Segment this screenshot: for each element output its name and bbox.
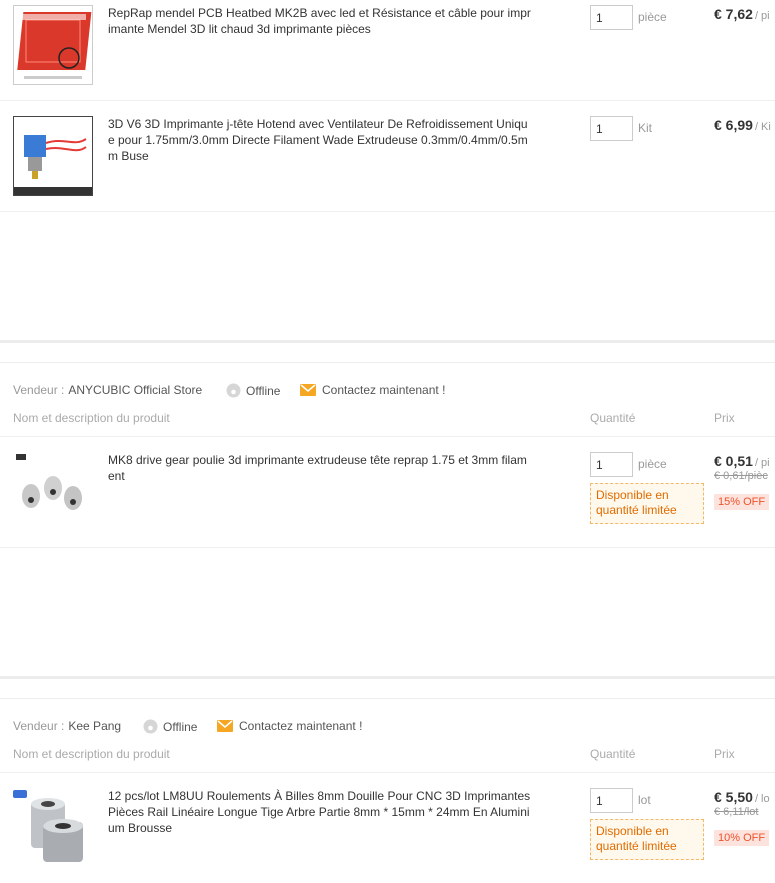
price-value: € 7,62	[714, 6, 753, 22]
row-divider	[0, 100, 775, 101]
product-image-bearings[interactable]	[13, 788, 93, 868]
price-per-unit: / pi	[754, 10, 770, 22]
price-value: € 5,50	[714, 789, 753, 805]
store-separator	[0, 362, 775, 363]
column-header-product: Nom et description du produit	[13, 747, 170, 761]
original-price: € 0,61/pièc	[714, 470, 768, 482]
contact-seller-link[interactable]: Contactez maintenant !	[300, 383, 445, 397]
product-title[interactable]: 3D V6 3D Imprimante j-tête Hotend avec V…	[108, 116, 532, 164]
column-header-quantity: Quantité	[590, 747, 636, 761]
vendor-line: Vendeur : Kee Pang	[13, 719, 121, 733]
product-title[interactable]: RepRap mendel PCB Heatbed MK2B avec led …	[108, 5, 532, 37]
column-header-product: Nom et description du produit	[13, 411, 170, 425]
vendor-name-link[interactable]: ANYCUBIC Official Store	[68, 383, 202, 397]
product-image-drive-gear[interactable]	[13, 452, 93, 532]
discount-badge: 10% OFF	[714, 830, 770, 846]
price-value: € 6,99	[714, 117, 753, 133]
unit-label: lot	[638, 793, 651, 807]
unit-price: € 0,51/ pi	[714, 453, 770, 469]
limited-availability-notice: Disponible en quantité limitée	[590, 819, 704, 860]
envelope-icon	[300, 384, 316, 396]
price-value: € 0,51	[714, 453, 753, 469]
quantity-input[interactable]	[590, 116, 633, 141]
vendor-name-link[interactable]: Kee Pang	[68, 719, 121, 733]
envelope-icon	[217, 720, 233, 732]
contact-seller-link[interactable]: Contactez maintenant !	[217, 719, 362, 733]
contact-text: Contactez maintenant !	[322, 383, 446, 397]
seller-status: Offline	[226, 383, 280, 398]
status-text: Offline	[163, 719, 198, 734]
vendor-label: Vendeur :	[13, 719, 65, 733]
row-divider	[0, 211, 775, 212]
row-divider	[0, 547, 775, 548]
vendor-label: Vendeur :	[13, 383, 65, 397]
product-image-hotend[interactable]	[13, 116, 93, 196]
column-header-price: Prix	[714, 747, 735, 761]
unit-label: pièce	[638, 457, 667, 471]
column-header-price: Prix	[714, 411, 735, 425]
unit-label: Kit	[638, 121, 653, 135]
offline-status-icon	[143, 719, 158, 734]
unit-price: € 5,50/ lo	[714, 789, 770, 805]
product-title[interactable]: 12 pcs/lot LM8UU Roulements À Billes 8mm…	[108, 788, 532, 836]
status-text: Offline	[246, 383, 281, 398]
quantity-input[interactable]	[590, 452, 633, 477]
product-title[interactable]: MK8 drive gear poulie 3d imprimante extr…	[108, 452, 532, 484]
vendor-line: Vendeur : ANYCUBIC Official Store	[13, 383, 202, 397]
quantity-input[interactable]	[590, 788, 633, 813]
column-header-quantity: Quantité	[590, 411, 636, 425]
row-divider	[0, 436, 775, 437]
contact-text: Contactez maintenant !	[239, 719, 363, 733]
price-per-unit: / lo	[754, 793, 770, 805]
discount-badge: 15% OFF	[714, 494, 770, 510]
seller-status: Offline	[143, 719, 197, 734]
original-price: € 6,11/lot	[714, 806, 759, 818]
store-separator	[0, 676, 775, 679]
quantity-input[interactable]	[590, 5, 633, 30]
store-separator	[0, 340, 775, 343]
store-separator	[0, 698, 775, 699]
unit-label: pièce	[638, 10, 667, 24]
price-per-unit: / Ki	[754, 121, 771, 133]
unit-price: € 7,62/ pi	[714, 6, 770, 22]
offline-status-icon	[226, 383, 241, 398]
price-per-unit: / pi	[754, 457, 770, 469]
limited-availability-notice: Disponible en quantité limitée	[590, 483, 704, 524]
row-divider	[0, 772, 775, 773]
product-image-heatbed[interactable]	[13, 5, 93, 85]
unit-price: € 6,99/ Ki	[714, 117, 771, 133]
